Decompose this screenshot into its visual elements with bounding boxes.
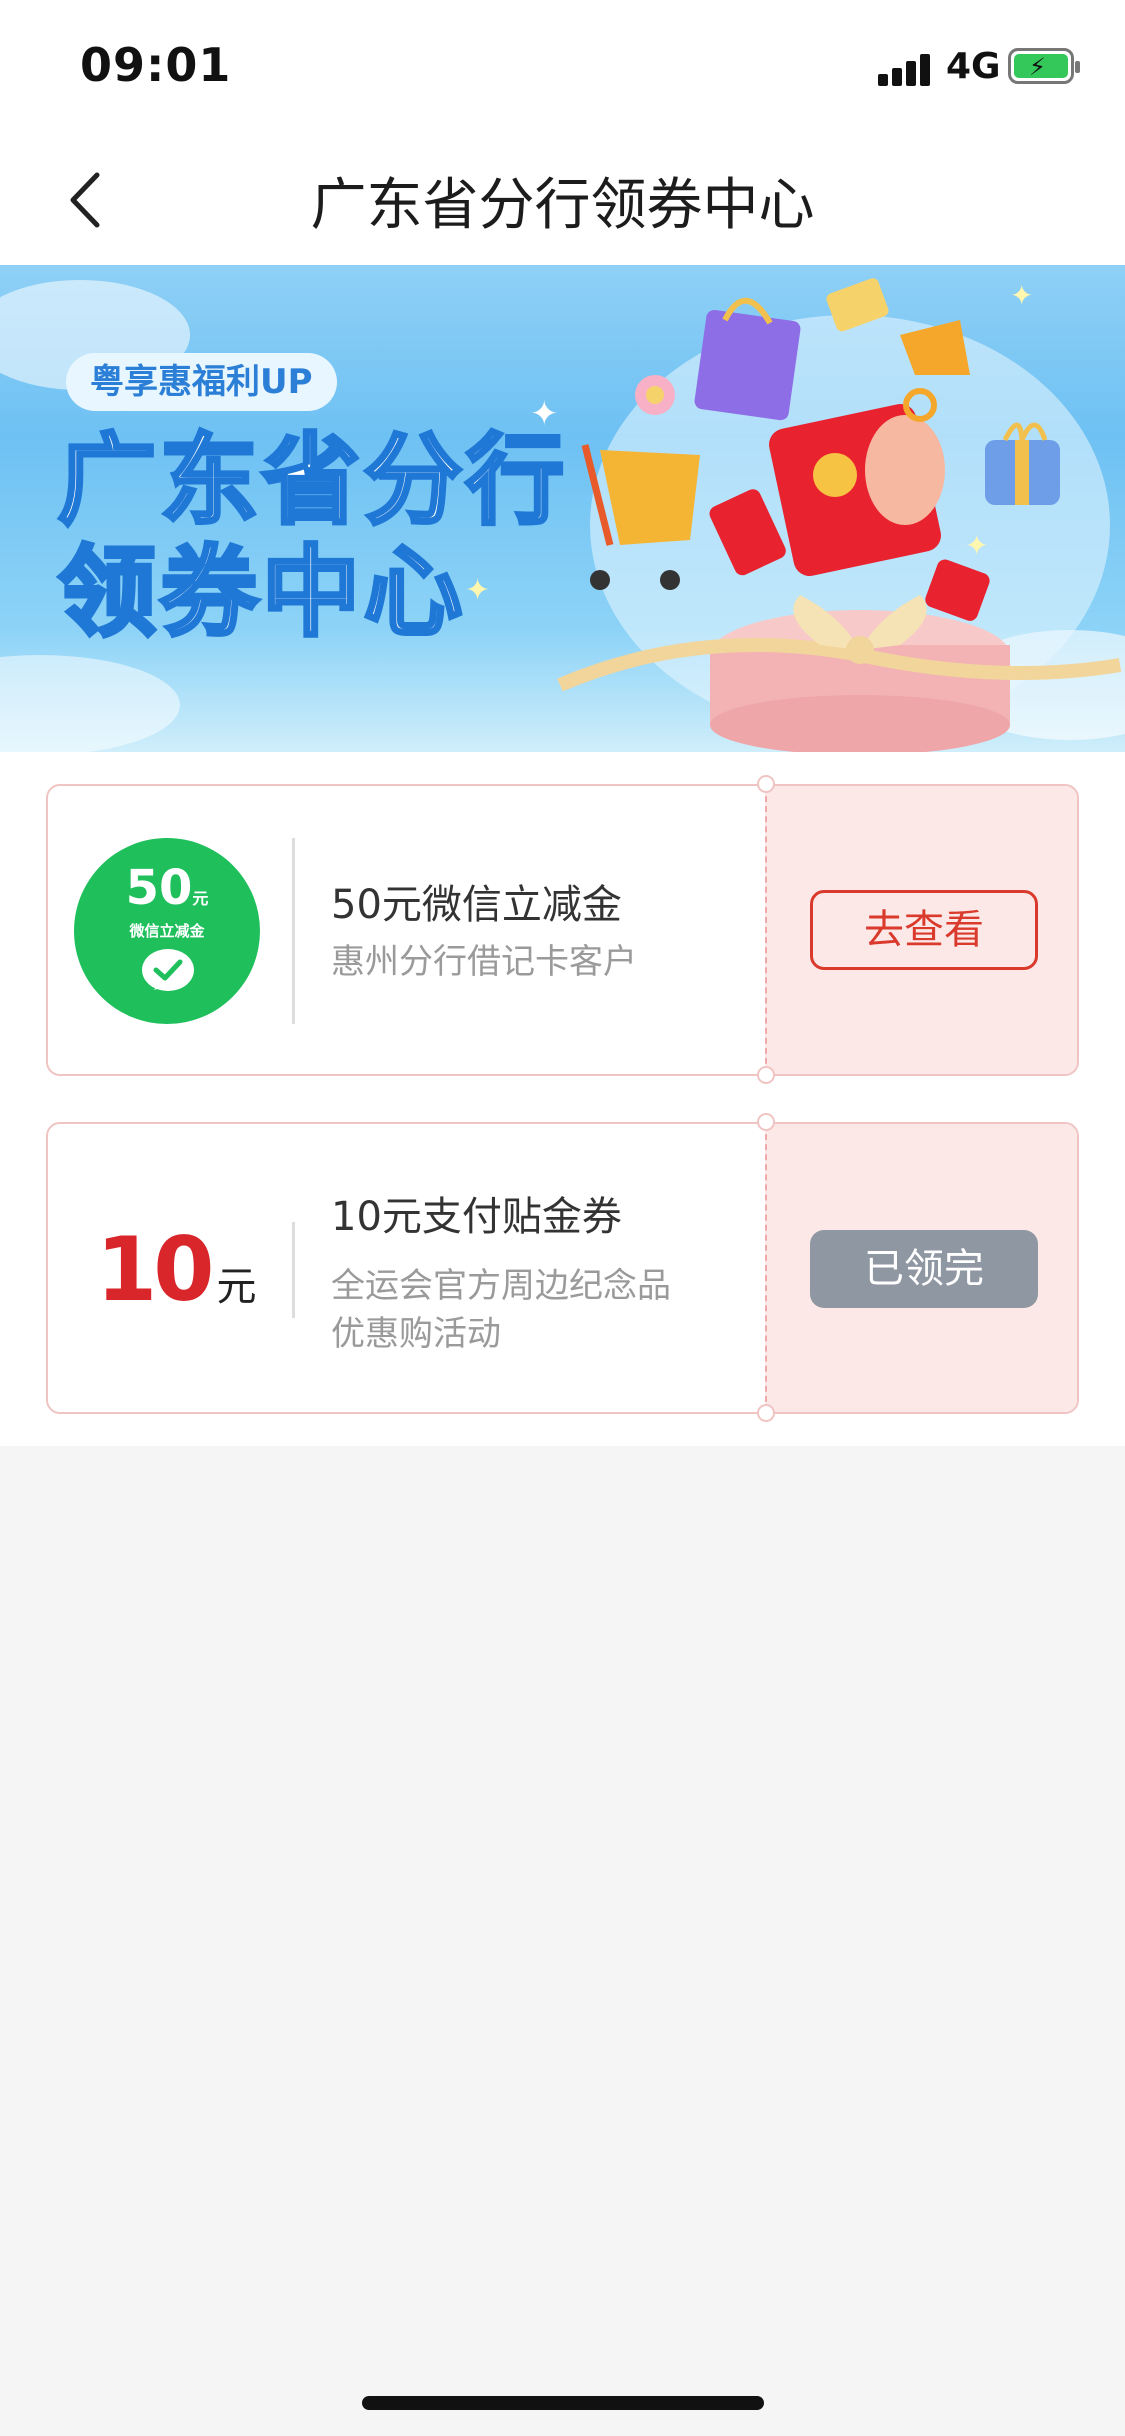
coupon-desc-line2: 优惠购活动	[331, 1314, 501, 1354]
coupon-desc-line1: 全运会官方周边纪念品	[331, 1266, 671, 1306]
wechat-pay-icon	[142, 949, 194, 991]
wechat-coupon-badge: 50元 微信立减金	[74, 838, 260, 1024]
coupon-divider	[292, 838, 295, 1024]
coupon-notch	[757, 775, 775, 793]
status-time: 09:01	[80, 38, 232, 92]
banner-title-line2: 领券中心	[56, 535, 467, 651]
coupon-notch	[757, 1404, 775, 1422]
coupon-title: 10元支付贴金券	[331, 1194, 622, 1240]
svg-text:✦: ✦	[965, 529, 988, 562]
svg-text:✦: ✦	[1010, 279, 1033, 312]
signal-icon	[878, 52, 938, 86]
coupon-amount: 10 元	[96, 1218, 256, 1321]
amount-unit: 元	[216, 1264, 257, 1310]
nav-bar: 广东省分行领券中心	[0, 130, 1125, 265]
home-indicator[interactable]	[362, 2396, 764, 2410]
battery-icon: ⚡	[1008, 48, 1080, 84]
banner-title: 广东省分行 领券中心	[56, 423, 569, 651]
badge-unit: 元	[192, 889, 209, 908]
coupon-title: 50元微信立减金	[331, 882, 622, 928]
coupon-notch	[757, 1066, 775, 1084]
view-button[interactable]: 去查看	[810, 890, 1038, 970]
page-title: 广东省分行领券中心	[310, 173, 815, 238]
badge-amount: 50	[125, 860, 193, 916]
coupon-notch	[757, 1113, 775, 1131]
badge-label: 微信立减金	[129, 922, 205, 940]
coupon-desc: 惠州分行借记卡客户	[331, 942, 637, 982]
status-bar: 09:01 4G ⚡	[0, 0, 1125, 130]
network-type: 4G	[946, 46, 1001, 87]
coupon-divider	[292, 1222, 295, 1318]
amount-value: 10	[96, 1218, 214, 1321]
banner-title-line1: 广东省分行	[56, 423, 569, 539]
banner-tag: 粤享惠福利UP	[66, 353, 337, 411]
claimed-out-button[interactable]: 已领完	[810, 1230, 1038, 1308]
promo-banner[interactable]: ✦ ✦ ✦ ✦ 粤享惠福利UP 广东省分行 领券中心	[0, 265, 1125, 752]
